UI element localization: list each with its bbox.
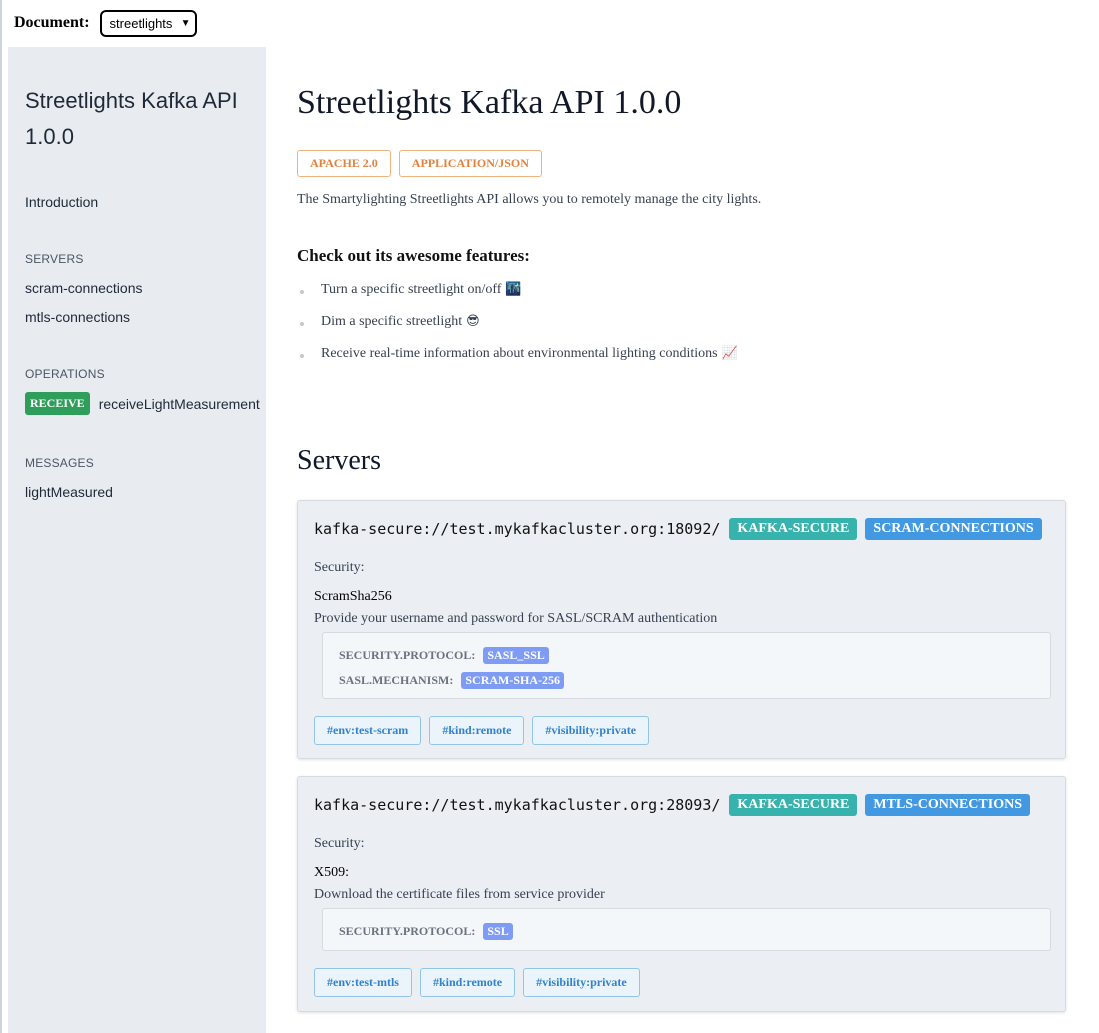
server-header: kafka-secure://test.mykafkacluster.org:2… — [314, 794, 1038, 816]
binding-value: SASL_SSL — [483, 647, 549, 664]
security-bindings: SECURITY.PROTOCOL: SASL_SSL SASL.MECHANI… — [322, 632, 1051, 699]
document-select-value: streetlights — [109, 15, 173, 31]
features-list: Turn a specific streetlight on/off 🌃 Dim … — [297, 282, 738, 378]
content-type-tag: APPLICATION/JSON — [398, 150, 542, 177]
window-left-border — [0, 0, 2, 1033]
document-selector-bar: Document: streetlights ▼ — [14, 9, 197, 37]
feature-text: Dim a specific streetlight — [321, 314, 463, 329]
server-tags: #env:test-scram #kind:remote #visibility… — [314, 716, 657, 745]
binding-key: SASL.MECHANISM: — [339, 673, 454, 687]
server-name-badge: MTLS-CONNECTIONS — [865, 794, 1030, 816]
server-name-badge: SCRAM-CONNECTIONS — [865, 518, 1042, 540]
chart-increasing-icon: 📈 — [721, 346, 738, 361]
sidebar-item-introduction[interactable]: Introduction — [25, 194, 98, 210]
page-title: Streetlights Kafka API 1.0.0 — [297, 84, 682, 121]
sidebar-item-receive-light-measurement[interactable]: RECEIVE receiveLightMeasurement — [25, 392, 260, 415]
security-bindings: SECURITY.PROTOCOL: SSL — [322, 908, 1051, 951]
sunglasses-face-icon: 😎 — [466, 314, 480, 329]
server-url: kafka-secure://test.mykafkacluster.org:1… — [314, 520, 721, 538]
server-tags: #env:test-mtls #kind:remote #visibility:… — [314, 968, 648, 997]
receive-badge: RECEIVE — [25, 392, 90, 415]
binding-value: SSL — [483, 923, 513, 940]
features-heading: Check out its awesome features: — [297, 246, 530, 265]
info-tags: APACHE 2.0 APPLICATION/JSON — [297, 150, 550, 177]
document-select[interactable]: streetlights ▼ — [99, 9, 197, 37]
server-url: kafka-secure://test.mykafkacluster.org:2… — [314, 796, 721, 814]
servers-heading: Servers — [297, 445, 381, 476]
server-card-mtls-connections: kafka-secure://test.mykafkacluster.org:2… — [297, 776, 1066, 1012]
binding-row: SECURITY.PROTOCOL: SSL — [339, 923, 513, 940]
sidebar-item-mtls-connections[interactable]: mtls-connections — [25, 309, 130, 325]
security-scheme-description: Download the certificate files from serv… — [314, 887, 605, 902]
binding-row: SECURITY.PROTOCOL: SASL_SSL — [339, 647, 549, 664]
sidebar-section-servers: SERVERS — [25, 252, 84, 266]
server-tag[interactable]: #visibility:private — [523, 968, 640, 997]
list-item: Receive real-time information about envi… — [297, 346, 738, 378]
server-tag[interactable]: #visibility:private — [532, 716, 650, 745]
sidebar-item-scram-connections[interactable]: scram-connections — [25, 280, 143, 296]
night-city-icon: 🌃 — [505, 282, 522, 297]
security-label: Security: — [314, 560, 365, 575]
sidebar: Streetlights Kafka API 1.0.0 Introductio… — [8, 47, 266, 1033]
list-item: Turn a specific streetlight on/off 🌃 — [297, 282, 738, 314]
binding-value: SCRAM-SHA-256 — [461, 672, 565, 689]
api-description: The Smartylighting Streetlights API allo… — [297, 192, 762, 207]
server-tag[interactable]: #kind:remote — [419, 968, 516, 997]
binding-row: SASL.MECHANISM: SCRAM-SHA-256 — [339, 672, 565, 689]
security-scheme-name: X509: — [314, 865, 349, 880]
sidebar-item-light-measured[interactable]: lightMeasured — [25, 484, 113, 500]
server-card-scram-connections: kafka-secure://test.mykafkacluster.org:1… — [297, 500, 1066, 759]
chevron-down-icon: ▼ — [180, 17, 191, 29]
operation-label: receiveLightMeasurement — [98, 395, 260, 412]
security-scheme-description: Provide your username and password for S… — [314, 611, 718, 626]
binding-key: SECURITY.PROTOCOL: — [339, 924, 476, 938]
binding-key: SECURITY.PROTOCOL: — [339, 648, 476, 662]
server-tag[interactable]: #env:test-mtls — [314, 968, 412, 997]
sidebar-section-messages: MESSAGES — [25, 456, 94, 470]
sidebar-title[interactable]: Streetlights Kafka API 1.0.0 — [25, 83, 255, 155]
sidebar-section-operations: OPERATIONS — [25, 367, 105, 381]
document-label: Document: — [14, 14, 90, 31]
server-tag[interactable]: #kind:remote — [429, 716, 525, 745]
license-tag[interactable]: APACHE 2.0 — [297, 150, 391, 177]
server-tag[interactable]: #env:test-scram — [314, 716, 422, 745]
security-scheme-name: ScramSha256 — [314, 589, 392, 604]
protocol-badge: KAFKA-SECURE — [729, 518, 858, 540]
feature-text: Receive real-time information about envi… — [321, 346, 718, 361]
server-header: kafka-secure://test.mykafkacluster.org:1… — [314, 518, 1050, 540]
security-label: Security: — [314, 836, 365, 851]
list-item: Dim a specific streetlight 😎 — [297, 314, 738, 346]
feature-text: Turn a specific streetlight on/off — [321, 282, 502, 297]
protocol-badge: KAFKA-SECURE — [729, 794, 858, 816]
